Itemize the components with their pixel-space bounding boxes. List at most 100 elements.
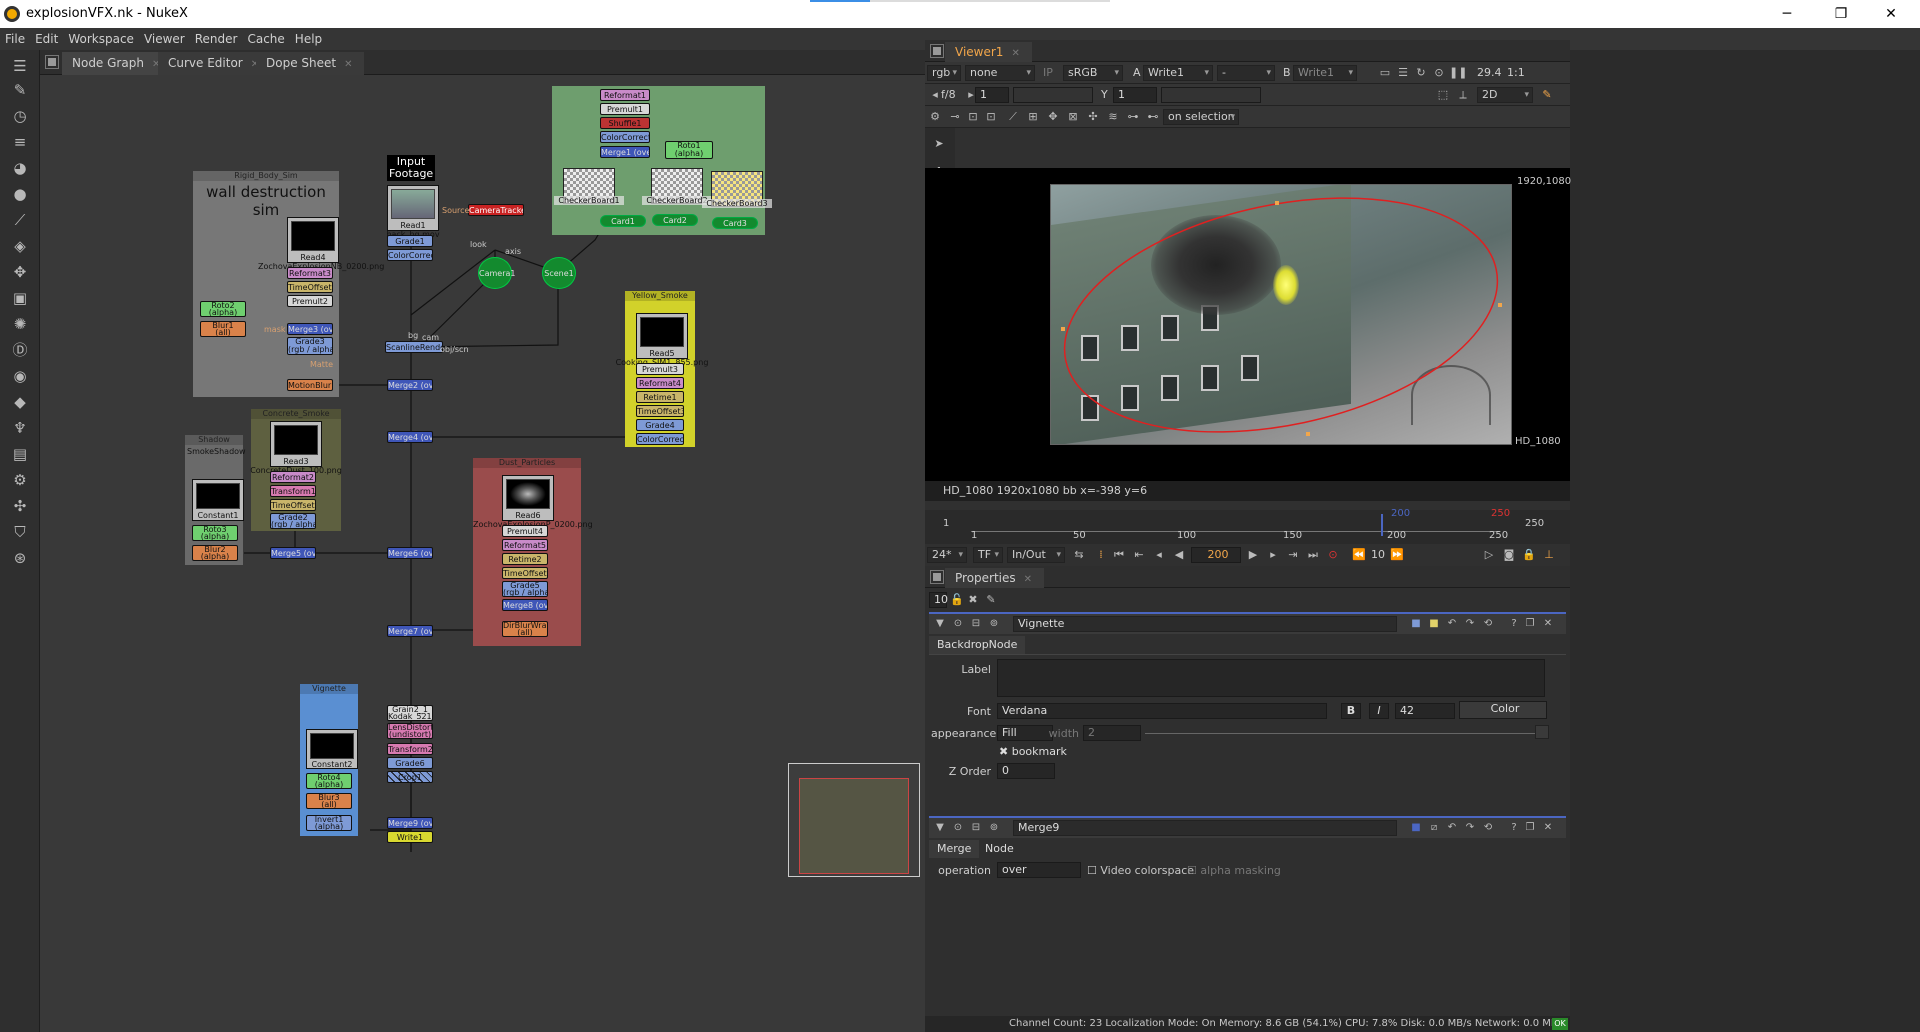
node-merge5[interactable]: Merge5 (over) — [270, 547, 316, 559]
gain-slider[interactable] — [1013, 87, 1093, 103]
collapse-icon[interactable]: ▼ — [933, 617, 947, 631]
cube-icon[interactable]: ▣ — [10, 288, 30, 308]
menu-render[interactable]: Render — [190, 28, 243, 50]
close-icon[interactable]: ✕ — [1541, 617, 1555, 631]
ip-toggle[interactable]: IP — [1043, 65, 1053, 81]
tab-node[interactable]: Node — [977, 840, 1022, 858]
node-color-icon[interactable]: ■ — [1409, 821, 1423, 835]
revert-icon[interactable]: ⟲ — [1481, 821, 1495, 835]
play-forward-icon[interactable]: ▶ — [1245, 547, 1261, 563]
tab-curve-editor[interactable]: Curve Editor ✕ — [158, 52, 272, 75]
redo-icon[interactable]: ↷ — [1463, 821, 1477, 835]
node-read3[interactable]: Read3 ConcreteDust_100.png — [250, 421, 342, 475]
node-blur2[interactable]: Blur2 (alpha) — [192, 545, 238, 561]
out-point-icon[interactable]: ⊙ — [1325, 547, 1341, 563]
roto-ellipse[interactable] — [1051, 185, 1512, 445]
filter-icon[interactable]: ⟋ — [10, 210, 30, 230]
node-write1[interactable]: Write1 — [387, 831, 433, 843]
node-premult3[interactable]: Premult3 — [636, 363, 684, 375]
menu-help[interactable]: Help — [290, 28, 327, 50]
point-icon[interactable]: ⊡ — [965, 109, 981, 125]
node-color-icon[interactable]: ■ — [1409, 617, 1423, 631]
node-card3[interactable]: Card3 — [712, 217, 758, 229]
node-merge9[interactable]: Merge9 (over) — [387, 817, 433, 829]
width-animation-button[interactable] — [1535, 725, 1549, 739]
node-roto4[interactable]: Roto4 (alpha) — [306, 773, 352, 789]
lab-icon[interactable]: ♆ — [10, 418, 30, 438]
layers-icon[interactable]: ◈ — [10, 236, 30, 256]
close-icon[interactable]: ✕ — [1011, 48, 1019, 59]
backdrop-cards[interactable] — [552, 86, 765, 235]
lock-icon[interactable]: 🔓 — [949, 592, 965, 608]
gamma-slider[interactable] — [1161, 87, 1261, 103]
tab-viewer1[interactable]: Viewer1 ✕ — [945, 42, 1032, 62]
node-premult4[interactable]: Premult4 — [502, 525, 548, 537]
zorder-field[interactable]: 0 — [997, 763, 1055, 779]
first-frame-icon[interactable]: ⏮ — [1111, 547, 1127, 563]
color-button[interactable]: Color — [1459, 701, 1547, 719]
label-textarea[interactable] — [997, 659, 1545, 697]
node-blur1[interactable]: Blur1 (all) — [200, 321, 246, 337]
close-button[interactable]: ✕ — [1868, 2, 1914, 26]
axis-icon[interactable]: ⟂ — [1455, 87, 1471, 103]
node-scanlinerender1[interactable]: ScanlineRender1 — [385, 341, 443, 353]
node-merge2[interactable]: Merge2 (over) — [387, 379, 433, 391]
roi-icon[interactable]: ▭ — [1377, 65, 1393, 81]
folder-icon[interactable]: ▤ — [10, 444, 30, 464]
font-size-field[interactable]: 42 — [1395, 703, 1455, 719]
node-roto1[interactable]: Roto1 (alpha) — [665, 141, 713, 159]
node-crop1[interactable]: Crop1 — [387, 771, 433, 783]
node-dirblurwrapper[interactable]: DirBlurWrapper (all) — [502, 621, 548, 637]
node-colorcorrect2[interactable]: ColorCorrect2 — [600, 131, 650, 143]
shrink-icon[interactable]: ⊟ — [969, 821, 983, 835]
node-grain[interactable]: Grain2_1 Kodak_5217 — [387, 705, 433, 721]
select-arrow-icon[interactable]: ➤ — [931, 136, 947, 152]
max-panels-field[interactable]: 10 — [929, 592, 948, 608]
proxy-icon[interactable]: ⊙ — [1431, 65, 1447, 81]
wipe-operation-dropdown[interactable]: - — [1217, 65, 1275, 81]
node-checkerboard3[interactable]: CheckerBoard3 — [702, 171, 772, 208]
menu-workspace[interactable]: Workspace — [63, 28, 139, 50]
viewer-image[interactable] — [1050, 184, 1512, 445]
node-constant2[interactable]: Constant2 — [306, 729, 358, 769]
menu-viewer[interactable]: Viewer — [139, 28, 190, 50]
node-lensdistortion[interactable]: LensDistortion (undistort) — [387, 723, 433, 739]
revert-icon[interactable]: ⟲ — [1481, 617, 1495, 631]
node-merge4[interactable]: Merge4 (over) — [387, 431, 433, 443]
close-icon[interactable]: ✕ — [1024, 574, 1032, 585]
clock-icon[interactable]: ◷ — [10, 106, 30, 126]
node-timeoffset1[interactable]: TimeOffset1 — [270, 499, 316, 511]
node-blur3[interactable]: Blur3 (all) — [306, 793, 352, 809]
step-back-icon[interactable]: ◂ — [1151, 547, 1167, 563]
tag-icon[interactable]: ◆ — [10, 392, 30, 412]
b-input-dropdown[interactable]: Write1 — [1293, 65, 1357, 81]
tab-backdropnode[interactable]: BackdropNode — [929, 636, 1026, 654]
viewer-canvas[interactable]: 1920,1080 HD_1080 — [925, 168, 1571, 481]
node-checkerboard1[interactable]: CheckerBoard1 — [554, 168, 624, 205]
skip-forward-icon[interactable]: ⏩ — [1389, 547, 1405, 563]
node-read6[interactable]: Read6 ZochovaExplosionP_0200.png — [473, 475, 593, 529]
font-dropdown[interactable]: Verdana — [997, 703, 1327, 719]
node-premult2[interactable]: Premult2 — [287, 295, 333, 307]
zoom-readout[interactable]: 1:1 — [1507, 65, 1525, 81]
video-colorspace-checkbox[interactable]: ☐ Video colorspace — [1087, 864, 1194, 877]
brush-icon[interactable]: ✎ — [10, 80, 30, 100]
in-point-icon[interactable]: ⁞ — [1093, 547, 1109, 563]
move-icon[interactable]: ✥ — [1045, 109, 1061, 125]
current-frame-field[interactable]: 200 — [1191, 547, 1241, 563]
center-icon[interactable]: ⊙ — [951, 821, 965, 835]
region-icon[interactable]: ⬚ — [1435, 87, 1451, 103]
circle-icon[interactable]: ● — [10, 184, 30, 204]
cache-icon[interactable]: ⊥ — [1541, 547, 1557, 563]
node-card2[interactable]: Card2 — [652, 214, 698, 226]
node-reformat2[interactable]: Reformat2 — [270, 471, 316, 483]
edit-icon[interactable]: ✎ — [983, 592, 999, 608]
close-icon[interactable]: ✕ — [344, 59, 352, 70]
next-keyframe-icon[interactable]: ⇥ — [1285, 547, 1301, 563]
box-icon[interactable]: ⊠ — [1065, 109, 1081, 125]
step-size-field[interactable]: 10 — [1371, 547, 1385, 563]
pause-icon[interactable]: ❚❚ — [1449, 65, 1467, 81]
minimap-viewport[interactable] — [799, 778, 909, 874]
stack-icon[interactable]: ≡ — [10, 132, 30, 152]
node-timeoffset2[interactable]: TimeOffset2 — [287, 281, 333, 293]
